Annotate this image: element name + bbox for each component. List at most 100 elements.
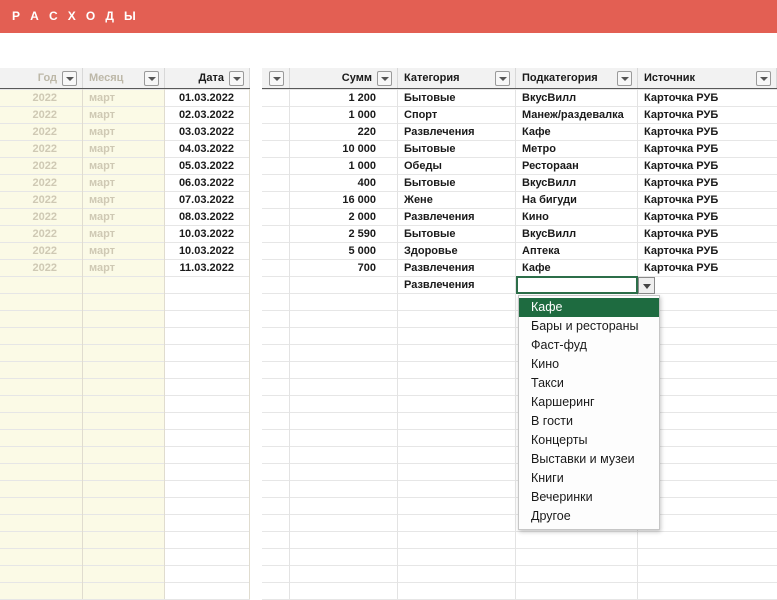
validation-dropdown-button[interactable] [638,277,655,294]
expenses-cell-subcategory[interactable]: Манеж/раздевалка [522,107,634,124]
expenses-cell-amount[interactable]: 1 000 [290,107,376,124]
expenses-cell-source[interactable]: Карточка РУБ [644,226,773,243]
dates-cell-date[interactable]: 08.03.2022 [165,209,234,226]
dates-cell-year[interactable]: 2022 [0,124,57,141]
dates-cell-month[interactable]: март [89,175,161,192]
dates-cell-date[interactable]: 01.03.2022 [165,90,234,107]
dates-cell-date[interactable]: 05.03.2022 [165,158,234,175]
dates-cell-year[interactable]: 2022 [0,90,57,107]
filter-dropdown-icon[interactable] [377,71,392,86]
expenses-cell-amount[interactable]: 16 000 [290,192,376,209]
dates-cell-year[interactable]: 2022 [0,158,57,175]
dates-cell-date[interactable]: 10.03.2022 [165,226,234,243]
dropdown-option[interactable]: Кино [519,355,659,374]
dropdown-option[interactable]: В гости [519,412,659,431]
dates-cell-month[interactable]: март [89,243,161,260]
expenses-cell-subcategory[interactable]: Кино [522,209,634,226]
filter-dropdown-icon[interactable] [144,71,159,86]
expenses-cell-subcategory[interactable]: Кафе [522,124,634,141]
expenses-cell-source[interactable]: Карточка РУБ [644,90,773,107]
expenses-cell-source[interactable]: Карточка РУБ [644,141,773,158]
expenses-cell-subcategory[interactable]: Метро [522,141,634,158]
dropdown-option[interactable]: Другое [519,507,659,526]
expenses-cell-category[interactable]: Бытовые [404,141,512,158]
dates-cell-year[interactable]: 2022 [0,260,57,277]
active-cell-subcategory[interactable] [516,276,638,294]
dropdown-option[interactable]: Кафе [519,298,659,317]
dates-cell-year[interactable]: 2022 [0,226,57,243]
dates-cell-month[interactable]: март [89,107,161,124]
dates-cell-date[interactable]: 10.03.2022 [165,243,234,260]
expenses-cell-category[interactable]: Развлечения [404,209,512,226]
dates-cell-month[interactable]: март [89,226,161,243]
expenses-cell-category[interactable]: Здоровье [404,243,512,260]
expenses-cell-amount[interactable]: 1 000 [290,158,376,175]
expenses-cell-subcategory[interactable]: ВкусВилл [522,175,634,192]
expenses-cell-source[interactable]: Карточка РУБ [644,107,773,124]
expenses-cell-subcategory[interactable]: Рестораан [522,158,634,175]
expenses-cell-subcategory[interactable]: ВкусВилл [522,226,634,243]
dates-cell-date[interactable]: 06.03.2022 [165,175,234,192]
expenses-cell-amount[interactable]: 5 000 [290,243,376,260]
expenses-cell-subcategory[interactable]: ВкусВилл [522,90,634,107]
expenses-cell-category[interactable]: Бытовые [404,175,512,192]
filter-dropdown-icon[interactable] [756,71,771,86]
expenses-cell-category[interactable]: Развлечения [404,260,512,277]
dates-cell-year[interactable]: 2022 [0,192,57,209]
expenses-cell-category[interactable]: Спорт [404,107,512,124]
filter-dropdown-icon[interactable] [269,71,284,86]
expenses-cell-amount[interactable]: 220 [290,124,376,141]
expenses-cell-amount[interactable]: 1 200 [290,90,376,107]
expenses-cell-source[interactable]: Карточка РУБ [644,260,773,277]
expenses-cell-amount[interactable]: 700 [290,260,376,277]
expenses-cell-subcategory[interactable]: Кафе [522,260,634,277]
dropdown-option[interactable]: Бары и рестораны [519,317,659,336]
expenses-cell-category[interactable]: Развлечения [404,124,512,141]
filter-dropdown-icon[interactable] [495,71,510,86]
dropdown-option[interactable]: Каршеринг [519,393,659,412]
expenses-cell-subcategory[interactable]: Аптека [522,243,634,260]
filter-dropdown-icon[interactable] [229,71,244,86]
dates-cell-month[interactable]: март [89,141,161,158]
expenses-cell-source[interactable]: Карточка РУБ [644,243,773,260]
expenses-cell-category[interactable]: Обеды [404,158,512,175]
dropdown-option[interactable]: Такси [519,374,659,393]
filter-dropdown-icon[interactable] [617,71,632,86]
expenses-cell-amount[interactable]: 10 000 [290,141,376,158]
expenses-cell-subcategory[interactable]: На бигуди [522,192,634,209]
subcategory-dropdown-list[interactable]: Кафе Бары и рестораны Фаст-фуд Кино Такси Кар… [518,295,660,530]
expenses-cell-amount[interactable]: 400 [290,175,376,192]
dates-cell-year[interactable]: 2022 [0,141,57,158]
dates-cell-month[interactable]: март [89,192,161,209]
dates-cell-date[interactable]: 03.03.2022 [165,124,234,141]
dropdown-option[interactable]: Фаст-фуд [519,336,659,355]
expenses-cell-category[interactable]: Развлечения [404,277,512,294]
expenses-cell-source[interactable]: Карточка РУБ [644,175,773,192]
dates-cell-year[interactable]: 2022 [0,107,57,124]
dropdown-option[interactable]: Книги [519,469,659,488]
dates-cell-date[interactable]: 11.03.2022 [165,260,234,277]
dates-cell-year[interactable]: 2022 [0,175,57,192]
filter-dropdown-icon[interactable] [62,71,77,86]
dropdown-option[interactable]: Концерты [519,431,659,450]
expenses-cell-source[interactable]: Карточка РУБ [644,124,773,141]
expenses-cell-category[interactable]: Бытовые [404,226,512,243]
expenses-cell-amount[interactable]: 2 590 [290,226,376,243]
dropdown-option[interactable]: Вечеринки [519,488,659,507]
dates-cell-month[interactable]: март [89,209,161,226]
dates-cell-date[interactable]: 02.03.2022 [165,107,234,124]
expenses-cell-source[interactable]: Карточка РУБ [644,158,773,175]
dates-cell-date[interactable]: 07.03.2022 [165,192,234,209]
expenses-cell-category[interactable]: Жене [404,192,512,209]
expenses-cell-category[interactable]: Бытовые [404,90,512,107]
dropdown-option[interactable]: Выставки и музеи [519,450,659,469]
dates-cell-month[interactable]: март [89,90,161,107]
dates-cell-month[interactable]: март [89,124,161,141]
dates-cell-month[interactable]: март [89,158,161,175]
dates-cell-year[interactable]: 2022 [0,243,57,260]
dates-cell-year[interactable]: 2022 [0,209,57,226]
dates-cell-month[interactable]: март [89,260,161,277]
expenses-cell-source[interactable]: Карточка РУБ [644,192,773,209]
dates-cell-date[interactable]: 04.03.2022 [165,141,234,158]
expenses-cell-source[interactable]: Карточка РУБ [644,209,773,226]
